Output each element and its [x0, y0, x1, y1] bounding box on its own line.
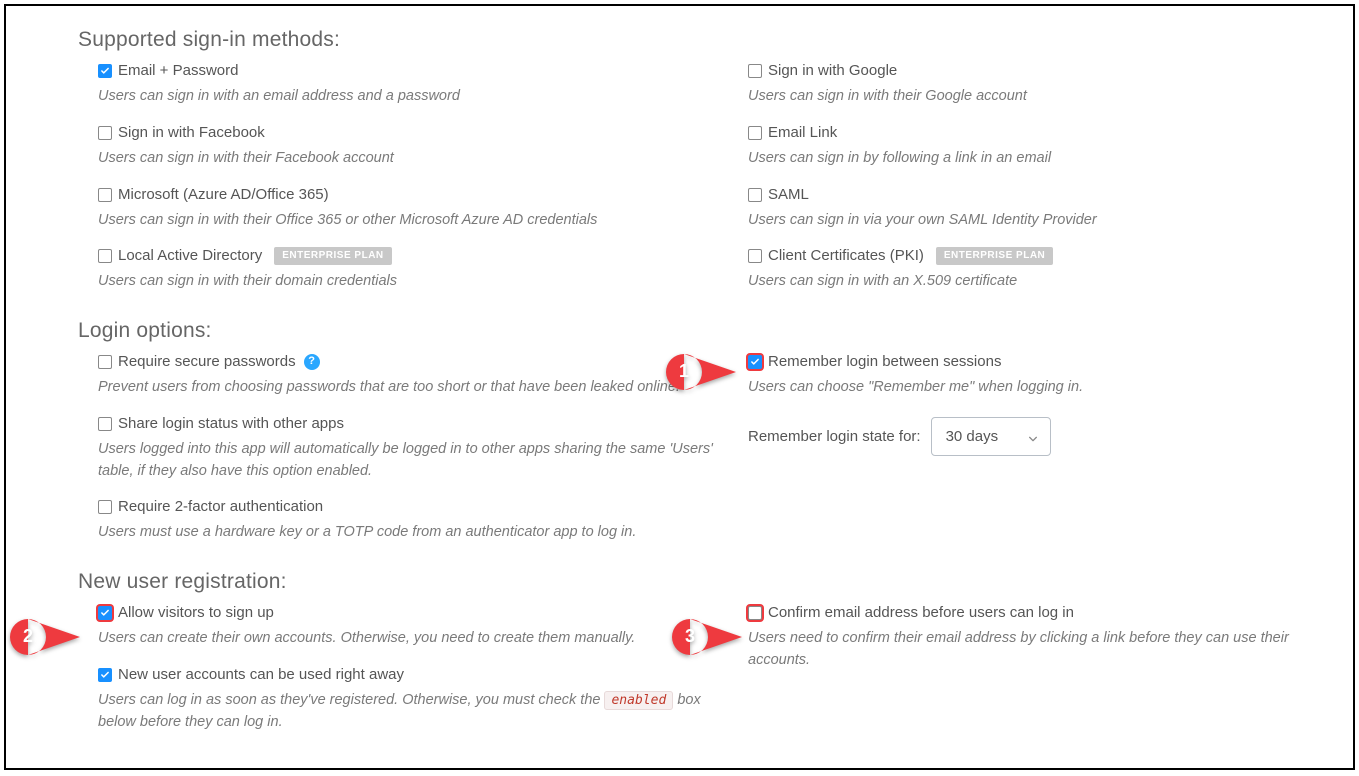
desc-google: Users can sign in with their Google acco… [748, 86, 1329, 108]
label-remember: Remember login between sessions [768, 353, 1001, 371]
opt-pki: Client Certificates (PKI) ENTERPRISE PLA… [748, 247, 1329, 293]
opt-facebook: Sign in with Facebook Users can sign in … [98, 124, 728, 170]
checkbox-pki[interactable] [748, 249, 762, 263]
remember-duration-select[interactable]: 30 days [931, 417, 1051, 456]
label-secure-passwords: Require secure passwords [118, 353, 296, 371]
opt-remember: Remember login between sessions Users ca… [748, 353, 1329, 456]
checkbox-2fa[interactable] [98, 500, 112, 514]
label-facebook: Sign in with Facebook [118, 124, 265, 142]
desc-secure-passwords: Prevent users from choosing passwords th… [98, 377, 728, 399]
opt-share-login: Share login status with other apps Users… [98, 415, 728, 483]
label-share-login: Share login status with other apps [118, 415, 344, 433]
opt-2fa: Require 2-factor authentication Users mu… [98, 498, 728, 544]
signin-grid: Email + Password Users can sign in with … [78, 62, 1329, 309]
desc-saml: Users can sign in via your own SAML Iden… [748, 210, 1329, 232]
desc-emaillink: Users can sign in by following a link in… [748, 148, 1329, 170]
label-confirm-email: Confirm email address before users can l… [768, 604, 1074, 622]
code-enabled: enabled [604, 691, 673, 710]
section-title-login: Login options: [78, 319, 1329, 343]
section-title-signin: Supported sign-in methods: [78, 28, 1329, 52]
help-icon[interactable]: ? [304, 354, 320, 370]
newuser-grid: Allow visitors to sign up Users can crea… [78, 604, 1329, 749]
checkbox-allow-signup[interactable] [98, 606, 112, 620]
label-email-password: Email + Password [118, 62, 238, 80]
checkbox-use-right-away[interactable] [98, 668, 112, 682]
checkbox-local-ad[interactable] [98, 249, 112, 263]
label-emaillink: Email Link [768, 124, 837, 142]
label-2fa: Require 2-factor authentication [118, 498, 323, 516]
desc-2fa: Users must use a hardware key or a TOTP … [98, 522, 728, 544]
chevron-down-icon [1028, 431, 1038, 441]
opt-allow-signup: Allow visitors to sign up Users can crea… [98, 604, 728, 650]
desc-facebook: Users can sign in with their Facebook ac… [98, 148, 728, 170]
label-allow-signup: Allow visitors to sign up [118, 604, 274, 622]
checkbox-facebook[interactable] [98, 126, 112, 140]
badge-enterprise-pki: ENTERPRISE PLAN [936, 247, 1053, 265]
checkbox-share-login[interactable] [98, 417, 112, 431]
opt-email-password: Email + Password Users can sign in with … [98, 62, 728, 108]
opt-emaillink: Email Link Users can sign in by followin… [748, 124, 1329, 170]
opt-google: Sign in with Google Users can sign in wi… [748, 62, 1329, 108]
checkbox-microsoft[interactable] [98, 188, 112, 202]
label-local-ad: Local Active Directory [118, 247, 262, 265]
label-use-right-away: New user accounts can be used right away [118, 666, 404, 684]
checkbox-google[interactable] [748, 64, 762, 78]
opt-saml: SAML Users can sign in via your own SAML… [748, 186, 1329, 232]
badge-enterprise-ad: ENTERPRISE PLAN [274, 247, 391, 265]
opt-local-ad: Local Active Directory ENTERPRISE PLAN U… [98, 247, 728, 293]
opt-confirm-email: Confirm email address before users can l… [748, 604, 1329, 672]
desc-local-ad: Users can sign in with their domain cred… [98, 271, 728, 293]
desc-email-password: Users can sign in with an email address … [98, 86, 728, 108]
checkbox-email-password[interactable] [98, 64, 112, 78]
desc-allow-signup: Users can create their own accounts. Oth… [98, 628, 728, 650]
checkbox-saml[interactable] [748, 188, 762, 202]
desc-use-right-away: Users can log in as soon as they've regi… [98, 690, 728, 734]
checkbox-remember[interactable] [748, 355, 762, 369]
label-microsoft: Microsoft (Azure AD/Office 365) [118, 186, 329, 204]
label-saml: SAML [768, 186, 809, 204]
checkbox-confirm-email[interactable] [748, 606, 762, 620]
login-grid: Require secure passwords ? Prevent users… [78, 353, 1329, 560]
opt-microsoft: Microsoft (Azure AD/Office 365) Users ca… [98, 186, 728, 232]
checkbox-emaillink[interactable] [748, 126, 762, 140]
desc-microsoft: Users can sign in with their Office 365 … [98, 210, 728, 232]
checkbox-secure-passwords[interactable] [98, 355, 112, 369]
remember-duration-value: 30 days [946, 428, 999, 445]
section-title-newuser: New user registration: [78, 570, 1329, 594]
desc-confirm-email: Users need to confirm their email addres… [748, 628, 1329, 672]
remember-duration-label: Remember login state for: [748, 428, 921, 445]
label-google: Sign in with Google [768, 62, 897, 80]
label-pki: Client Certificates (PKI) [768, 247, 924, 265]
desc-share-login: Users logged into this app will automati… [98, 439, 728, 483]
desc-remember: Users can choose "Remember me" when logg… [748, 377, 1329, 399]
opt-secure-passwords: Require secure passwords ? Prevent users… [98, 353, 728, 399]
opt-use-right-away: New user accounts can be used right away… [98, 666, 728, 734]
desc-pki: Users can sign in with an X.509 certific… [748, 271, 1329, 293]
